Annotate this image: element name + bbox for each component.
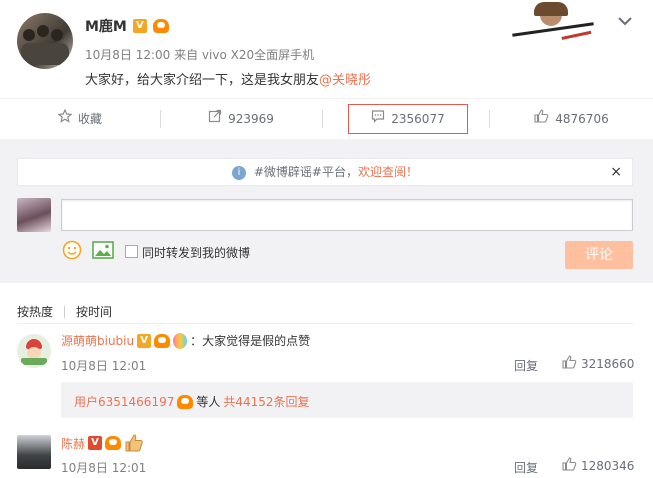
comment-like-button[interactable]: 3218660 — [562, 355, 634, 372]
notice-link[interactable]: 欢迎查阅！ — [358, 165, 418, 179]
sub-reply-mid: 等人 — [196, 395, 221, 409]
mention-link[interactable]: @关晓彤 — [319, 73, 371, 88]
sub-replies: 用户6351466197 等人 共44152条回复 — [61, 382, 633, 418]
user-avatar[interactable] — [17, 198, 51, 232]
reply-button[interactable]: 回复 — [514, 357, 538, 374]
comment-row: 源萌萌biubiu V ：大家觉得是假的点赞 — [61, 332, 310, 349]
like-count: 4876706 — [555, 112, 609, 126]
chevron-down-icon[interactable] — [616, 12, 634, 30]
favorite-button[interactable]: 收藏 — [0, 99, 160, 139]
commenter-avatar[interactable] — [17, 334, 51, 368]
tabs-underline — [17, 323, 633, 324]
comment-icon — [371, 105, 385, 133]
close-icon[interactable]: × — [610, 159, 622, 185]
comment-time: 10月8日 12:01 — [61, 359, 147, 373]
comment-button[interactable]: 2356077 — [348, 104, 468, 134]
fan-badge-icon — [152, 19, 169, 33]
comment-text: ：大家觉得是假的点赞 — [190, 334, 311, 348]
comment-like-button[interactable]: 1280346 — [562, 457, 634, 474]
comment-time: 10月8日 12:01 — [61, 461, 147, 475]
tab-hot[interactable]: 按热度 — [17, 303, 53, 320]
rumor-notice: i #微博辟谣#平台，欢迎查阅！ × — [17, 158, 633, 186]
star-icon — [57, 99, 73, 139]
tab-time[interactable]: 按时间 — [76, 303, 112, 320]
header-decoration — [512, 2, 594, 44]
thumbs-up-icon — [534, 99, 549, 139]
emoji-icon[interactable] — [62, 240, 82, 260]
repost-button[interactable]: 923969 — [161, 99, 321, 139]
repost-icon — [208, 99, 222, 139]
post-meta: 10月8日 12:00 来自 vivo X20全面屏手机 — [85, 48, 315, 62]
verified-icon: V — [88, 436, 103, 450]
comment-like-count: 3218660 — [581, 356, 635, 371]
thumbs-up-emoji-icon — [124, 433, 144, 453]
reply-button[interactable]: 回复 — [514, 459, 538, 476]
tab-divider — [64, 305, 66, 318]
submit-comment-button[interactable]: 评论 — [565, 241, 633, 269]
notice-text: #微博辟谣#平台， — [253, 165, 358, 179]
commenter-name[interactable]: 源萌萌biubiu — [61, 332, 134, 349]
repost-checkbox-label: 同时转发到我的微博 — [142, 246, 251, 260]
poster-name[interactable]: M鹿M — [85, 16, 127, 36]
verified-icon: V — [132, 19, 147, 33]
favorite-label: 收藏 — [77, 112, 102, 126]
fan-badge-icon — [105, 436, 122, 450]
post-text: 大家好，给大家介绍一下，这是我女朋友@关晓彤 — [85, 69, 371, 88]
repost-count: 923969 — [228, 112, 274, 126]
commenter-name[interactable]: 陈赫 — [61, 435, 85, 452]
poster-name-row: M鹿M V — [85, 16, 169, 36]
balloon-icon — [173, 332, 188, 349]
fan-badge-icon — [177, 394, 194, 409]
comment-count: 2356077 — [391, 112, 445, 126]
image-icon[interactable] — [92, 240, 114, 260]
info-icon: i — [232, 165, 247, 180]
poster-avatar[interactable] — [17, 13, 73, 69]
comment-input[interactable] — [61, 199, 633, 231]
post-body: 大家好，给大家介绍一下，这是我女朋友 — [85, 73, 320, 88]
comment-like-count: 1280346 — [581, 458, 635, 473]
repost-checkbox[interactable] — [125, 245, 138, 258]
thumbs-up-icon — [562, 457, 577, 474]
sub-reply-total-link[interactable]: 共44152条回复 — [223, 393, 309, 410]
sort-tabs: 按热度 按时间 — [17, 303, 112, 320]
verified-icon: V — [137, 333, 152, 348]
thumbs-up-icon — [562, 355, 577, 372]
fan-badge-icon — [154, 333, 171, 348]
commenter-avatar[interactable] — [17, 435, 51, 469]
like-button[interactable]: 4876706 — [490, 99, 653, 139]
comment-row: 陈赫 V — [61, 433, 144, 453]
action-bar: 收藏 923969 2356077 4876706 — [0, 98, 653, 140]
sub-reply-user[interactable]: 用户6351466197 — [74, 393, 174, 410]
